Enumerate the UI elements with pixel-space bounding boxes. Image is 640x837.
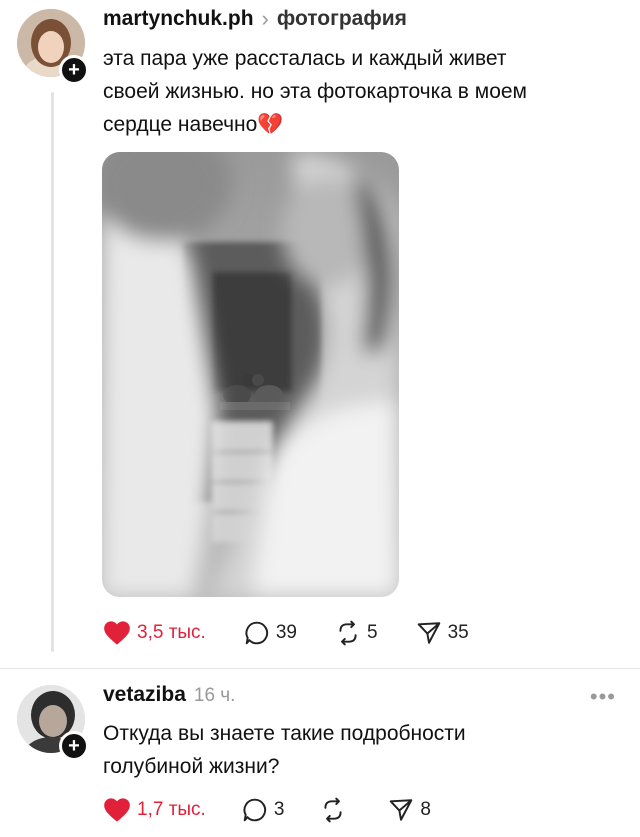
thread-line — [51, 92, 54, 652]
post-text-line: сердце навечно — [103, 113, 258, 136]
chevron-right-icon: › — [261, 6, 269, 31]
like-button[interactable]: 3,5 тыс. — [103, 620, 206, 646]
repost-count: 5 — [366, 622, 378, 643]
post-text-line: эта пара уже рассталась и каждый живет — [103, 47, 507, 70]
share-count: 35 — [447, 622, 469, 643]
follow-plus-icon[interactable]: + — [59, 55, 89, 85]
comment-button[interactable]: 3 — [242, 797, 285, 823]
follow-plus-icon[interactable]: + — [59, 731, 89, 761]
post-text-line: своей жизнью. но эта фотокарточка в моем — [103, 80, 527, 103]
share-count: 8 — [420, 799, 431, 820]
like-button[interactable]: 1,7 тыс. — [103, 797, 206, 823]
like-count: 3,5 тыс. — [137, 622, 206, 643]
broken-heart-emoji: 💔 — [257, 113, 284, 136]
repost-button[interactable]: 5 — [335, 620, 378, 646]
share-button[interactable]: 8 — [388, 797, 431, 823]
heart-icon — [104, 798, 130, 822]
like-count: 1,7 тыс. — [137, 799, 206, 820]
reply-actions: 1,7 тыс. 3 8 — [103, 797, 431, 823]
reply-body: Откуда вы знаете такие подробности голуб… — [103, 717, 623, 783]
repost-icon — [324, 797, 342, 823]
share-button[interactable]: 35 — [416, 620, 469, 646]
reply-time: 16 ч. — [193, 685, 236, 706]
post-username[interactable]: martynchuk.ph — [103, 7, 254, 31]
reply-text-line: Откуда вы знаете такие подробности — [103, 722, 466, 745]
reply-header: vetaziba 16 ч. — [103, 683, 235, 707]
comment-icon — [245, 621, 268, 645]
post-photo[interactable] — [102, 152, 399, 597]
more-options-icon[interactable]: ••• — [590, 684, 616, 710]
post-topic[interactable]: фотография — [277, 7, 407, 31]
post-header: martynchuk.ph › фотография — [103, 6, 407, 32]
reply-username[interactable]: vetaziba — [103, 683, 186, 707]
post-body: эта пара уже рассталась и каждый живет с… — [103, 42, 623, 141]
reply-text-line: голубиной жизни? — [103, 755, 280, 778]
divider — [0, 668, 640, 669]
post-actions: 3,5 тыс. 39 5 35 — [103, 620, 469, 646]
comment-count: 39 — [275, 622, 297, 643]
comment-count: 3 — [273, 799, 285, 820]
heart-icon — [104, 621, 130, 645]
comment-icon — [243, 798, 266, 822]
repost-button[interactable] — [320, 797, 352, 823]
send-icon — [417, 622, 440, 644]
repost-icon — [339, 620, 357, 646]
send-icon — [390, 799, 413, 821]
comment-button[interactable]: 39 — [244, 620, 297, 646]
